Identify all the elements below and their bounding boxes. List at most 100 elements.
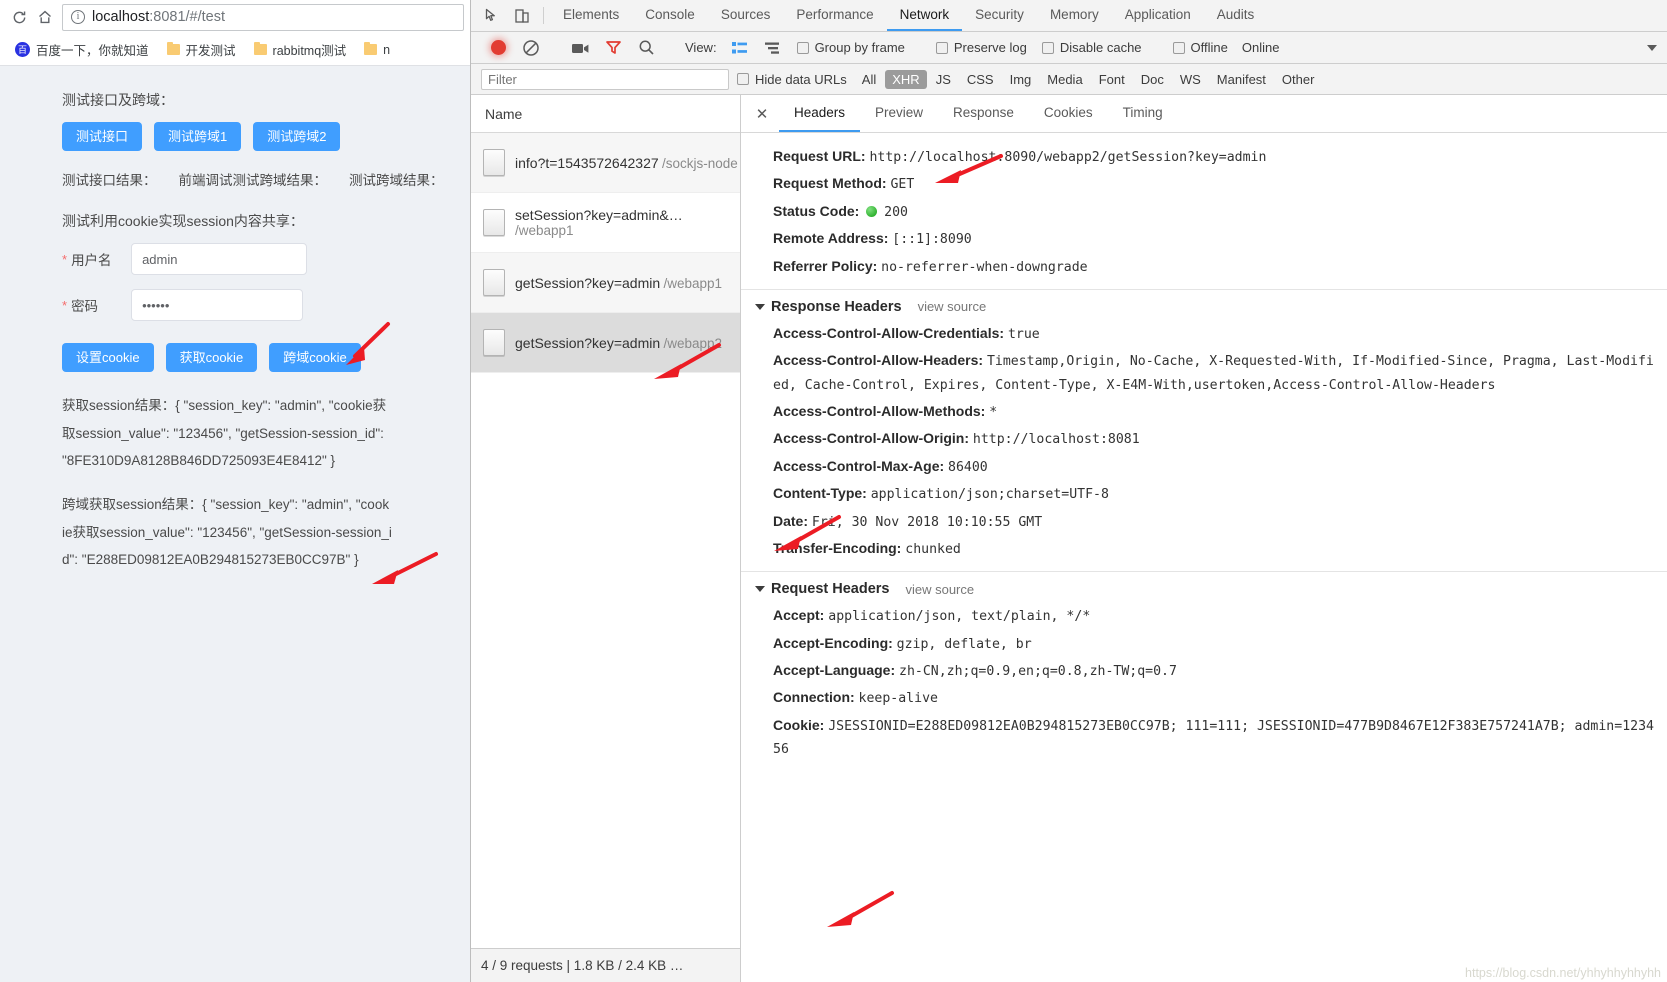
filter-icon[interactable] xyxy=(598,36,628,60)
header-value: chunked xyxy=(905,541,961,557)
header-value: JSESSIONID=E288ED09812EA0B294815273EB0CC… xyxy=(773,718,1654,758)
header-key: Transfer-Encoding: xyxy=(773,539,902,556)
address-bar[interactable]: i localhost:8081/#/test xyxy=(62,3,464,31)
filter-type-other[interactable]: Other xyxy=(1275,70,1322,89)
detail-tab-timing[interactable]: Timing xyxy=(1108,95,1178,132)
view-source-link[interactable]: view source xyxy=(918,299,987,314)
request-rows: info?t=1543572642327 /sockjs-node setSes… xyxy=(471,133,740,948)
tab-sources[interactable]: Sources xyxy=(708,0,784,31)
request-method-row: Request Method: GET xyxy=(741,170,1667,197)
result-label-api: 测试接口结果： xyxy=(62,173,157,188)
filter-type-ws[interactable]: WS xyxy=(1173,70,1208,89)
camera-icon[interactable] xyxy=(565,36,595,60)
detail-tab-preview[interactable]: Preview xyxy=(860,95,938,132)
home-icon[interactable] xyxy=(32,4,58,30)
password-field-row: * 密码 xyxy=(62,289,470,321)
waterfall-view-icon[interactable] xyxy=(758,36,788,60)
tab-application[interactable]: Application xyxy=(1112,0,1204,31)
tab-audits[interactable]: Audits xyxy=(1204,0,1268,31)
filter-type-xhr[interactable]: XHR xyxy=(885,69,927,89)
bookmark-label: n xyxy=(383,42,391,57)
clear-icon[interactable] xyxy=(516,36,546,60)
preserve-log-label: Preserve log xyxy=(953,40,1027,55)
disable-cache-checkbox[interactable]: Disable cache xyxy=(1041,40,1142,55)
header-value: gzip, deflate, br xyxy=(896,636,1032,652)
username-input[interactable] xyxy=(131,243,308,275)
filter-type-js[interactable]: JS xyxy=(929,70,958,89)
password-input[interactable] xyxy=(131,289,304,321)
hide-data-urls-checkbox[interactable]: Hide data URLs xyxy=(737,72,847,87)
search-icon[interactable] xyxy=(631,36,661,60)
table-row-selected[interactable]: getSession?key=admin /webapp2 xyxy=(471,313,740,373)
filter-type-css[interactable]: CSS xyxy=(960,70,1001,89)
document-icon xyxy=(483,209,505,236)
request-detail-panel: ✕ Headers Preview Response Cookies Timin… xyxy=(741,95,1667,982)
request-method-key: Request Method: xyxy=(773,175,887,192)
test-api-button[interactable]: 测试接口 xyxy=(62,122,143,151)
info-icon[interactable]: i xyxy=(71,10,85,24)
test-cors-2-button[interactable]: 测试跨域2 xyxy=(253,122,341,151)
chevron-down-icon[interactable] xyxy=(1637,36,1667,60)
detail-tabbar: ✕ Headers Preview Response Cookies Timin… xyxy=(741,95,1667,133)
table-row[interactable]: getSession?key=admin /webapp1 xyxy=(471,253,740,313)
response-headers-title[interactable]: Response Headers view source xyxy=(741,299,1667,315)
tab-performance[interactable]: Performance xyxy=(783,0,886,31)
tab-console[interactable]: Console xyxy=(632,0,708,31)
preserve-log-checkbox[interactable]: Preserve log xyxy=(935,40,1027,55)
list-view-icon[interactable] xyxy=(725,36,755,60)
header-row: Cookie: JSESSIONID=E288ED09812EA0B294815… xyxy=(741,712,1667,763)
get-cookie-button[interactable]: 获取cookie xyxy=(165,343,258,372)
document-icon xyxy=(483,269,505,296)
tab-network[interactable]: Network xyxy=(886,0,963,31)
request-headers-title[interactable]: Request Headers view source xyxy=(741,581,1667,597)
filter-type-all[interactable]: All xyxy=(855,70,883,89)
tab-memory[interactable]: Memory xyxy=(1037,0,1112,31)
request-url-value: http://localhost:8090/webapp2/getSession… xyxy=(869,150,1267,165)
view-source-link[interactable]: view source xyxy=(905,582,974,597)
header-key: Accept: xyxy=(773,607,825,624)
online-throttle-select[interactable]: Online xyxy=(1242,40,1280,55)
inspect-element-icon[interactable] xyxy=(477,0,507,31)
bookmark-item[interactable]: 开发测试 xyxy=(160,37,243,62)
filter-type-img[interactable]: Img xyxy=(1003,70,1039,89)
close-icon[interactable]: ✕ xyxy=(745,95,779,132)
reload-icon[interactable] xyxy=(6,4,32,30)
detail-tab-cookies[interactable]: Cookies xyxy=(1029,95,1108,132)
filter-type-font[interactable]: Font xyxy=(1092,70,1132,89)
request-list-header: Name xyxy=(471,95,740,133)
header-row: Transfer-Encoding: chunked xyxy=(741,535,1667,562)
headers-scroll-area[interactable]: Request URL: http://localhost:8090/webap… xyxy=(741,133,1667,982)
request-list: Name info?t=1543572642327 /sockjs-node s… xyxy=(471,95,741,982)
filter-type-manifest[interactable]: Manifest xyxy=(1210,70,1273,89)
table-row[interactable]: setSession?key=admin&… /webapp1 xyxy=(471,193,740,253)
group-by-frame-label: Group by frame xyxy=(814,40,905,55)
tab-security[interactable]: Security xyxy=(962,0,1037,31)
test-cors-1-button[interactable]: 测试跨域1 xyxy=(154,122,242,151)
toggle-device-toolbar-icon[interactable] xyxy=(507,0,537,31)
cors-cookie-button[interactable]: 跨域cookie xyxy=(269,343,361,372)
detail-tab-headers[interactable]: Headers xyxy=(779,95,861,132)
page-viewport: 测试接口及跨域： 测试接口 测试跨域1 测试跨域2 测试接口结果： 前端调试测试… xyxy=(0,66,470,982)
filter-type-media[interactable]: Media xyxy=(1040,70,1089,89)
filter-type-doc[interactable]: Doc xyxy=(1134,70,1171,89)
bookmark-item[interactable]: 百度一下，你就知道 xyxy=(8,37,156,62)
record-stop-icon[interactable] xyxy=(483,36,513,60)
view-label: View: xyxy=(685,40,717,55)
detail-tab-response[interactable]: Response xyxy=(938,95,1029,132)
request-headers-label: Request Headers xyxy=(771,581,890,598)
header-row: Access-Control-Max-Age: 86400 xyxy=(741,453,1667,480)
bookmark-item[interactable]: rabbitmq测试 xyxy=(247,37,354,62)
tab-elements[interactable]: Elements xyxy=(550,0,632,31)
bookmark-item[interactable]: n xyxy=(357,40,397,60)
filter-input[interactable] xyxy=(481,68,729,90)
group-by-frame-checkbox[interactable]: Group by frame xyxy=(796,40,905,55)
network-filter-bar: Hide data URLs All XHR JS CSS Img Media … xyxy=(471,64,1667,95)
header-value: keep-alive xyxy=(858,691,938,707)
table-row[interactable]: info?t=1543572642327 /sockjs-node xyxy=(471,133,740,193)
result-label-cors: 测试跨域结果： xyxy=(349,173,444,188)
header-value: application/json;charset=UTF-8 xyxy=(870,487,1109,503)
set-cookie-button[interactable]: 设置cookie xyxy=(62,343,154,372)
referrer-policy-row: Referrer Policy: no-referrer-when-downgr… xyxy=(741,253,1667,280)
offline-checkbox[interactable]: Offline xyxy=(1172,40,1228,55)
bookmark-label: 开发测试 xyxy=(185,44,236,58)
